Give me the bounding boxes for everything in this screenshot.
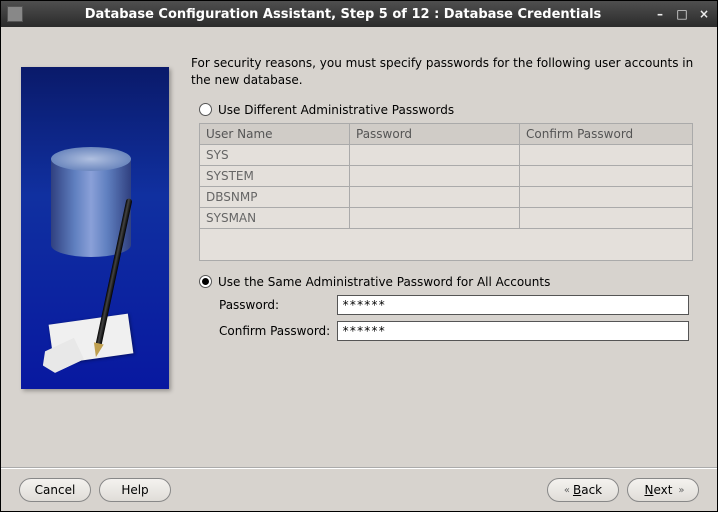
radio-same-label: Use the Same Administrative Password for…	[218, 275, 550, 289]
credentials-table: User Name Password Confirm Password SYS …	[199, 123, 693, 261]
help-button[interactable]: Help	[99, 478, 171, 502]
password-label: Password:	[219, 298, 337, 312]
password-input[interactable]	[337, 295, 689, 315]
wizard-footer: Cancel Help « Back Next »	[1, 467, 717, 511]
radio-different-passwords[interactable]	[199, 103, 212, 116]
table-row: SYSMAN	[200, 207, 693, 228]
close-button[interactable]: ×	[697, 7, 711, 21]
col-username: User Name	[200, 123, 350, 144]
table-row: SYSTEM	[200, 165, 693, 186]
wizard-decorative-image	[21, 67, 169, 389]
next-button[interactable]: Next »	[627, 478, 699, 502]
maximize-button[interactable]: □	[675, 7, 689, 21]
col-confirm: Confirm Password	[520, 123, 693, 144]
table-row: DBSNMP	[200, 186, 693, 207]
app-icon	[7, 6, 23, 22]
wizard-sidebar	[1, 27, 181, 467]
cancel-button[interactable]: Cancel	[19, 478, 91, 502]
back-button[interactable]: « Back	[547, 478, 619, 502]
back-label-rest: ack	[581, 483, 602, 497]
window-title: Database Configuration Assistant, Step 5…	[33, 7, 653, 22]
table-row: SYS	[200, 144, 693, 165]
radio-same-password[interactable]	[199, 275, 212, 288]
col-password: Password	[350, 123, 520, 144]
wizard-content: For security reasons, you must specify p…	[181, 27, 717, 467]
chevron-left-icon: «	[564, 485, 567, 496]
minimize-button[interactable]: –	[653, 7, 667, 21]
intro-text: For security reasons, you must specify p…	[191, 55, 697, 89]
radio-different-label: Use Different Administrative Passwords	[218, 103, 454, 117]
confirm-password-label: Confirm Password:	[219, 324, 337, 338]
confirm-password-input[interactable]	[337, 321, 689, 341]
chevron-right-icon: »	[678, 485, 681, 496]
next-label-rest: ext	[653, 483, 672, 497]
table-row-empty	[200, 228, 693, 260]
titlebar: Database Configuration Assistant, Step 5…	[1, 1, 717, 27]
